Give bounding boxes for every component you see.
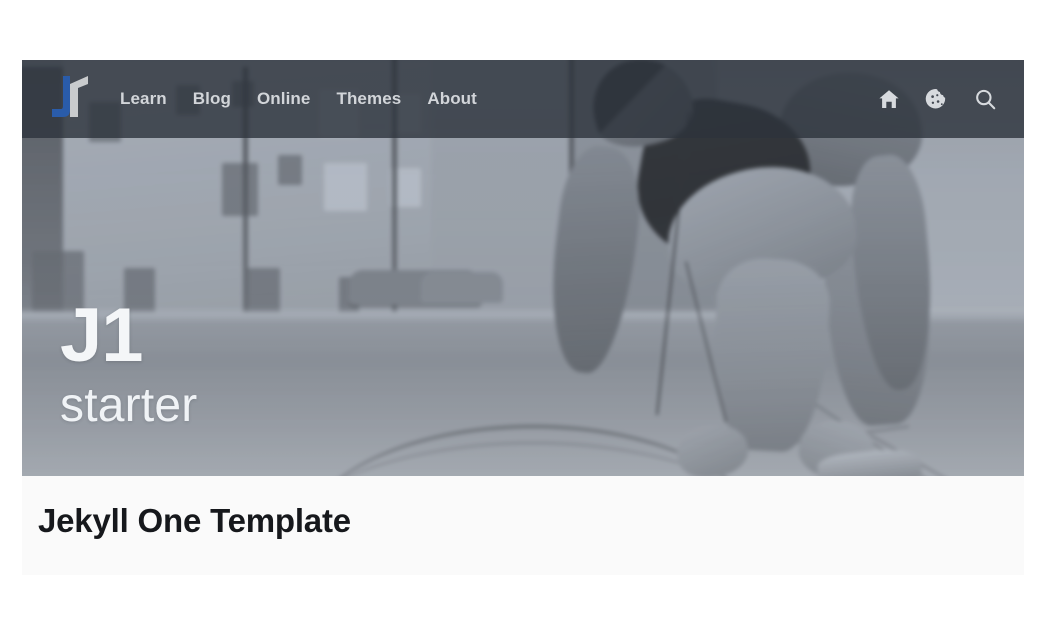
nav-link-about[interactable]: About (427, 89, 477, 109)
j1-logo-icon (40, 70, 102, 128)
nav-link-blog[interactable]: Blog (193, 89, 231, 109)
page-root: Learn Blog Online Themes About J1 starte… (0, 0, 1045, 628)
hero-subtitle: starter (60, 379, 198, 433)
search-icon (973, 87, 998, 112)
navbar: Learn Blog Online Themes About (22, 60, 1024, 138)
home-icon (877, 87, 901, 111)
hero-banner: Learn Blog Online Themes About J1 starte… (22, 60, 1024, 476)
nav-link-themes[interactable]: Themes (336, 89, 401, 109)
home-button[interactable] (876, 86, 902, 112)
cookie-icon (925, 87, 949, 111)
nav-link-online[interactable]: Online (257, 89, 311, 109)
cookie-consent-button[interactable] (924, 86, 950, 112)
nav-link-learn[interactable]: Learn (120, 89, 167, 109)
content-panel: Jekyll One Template (22, 476, 1024, 575)
search-button[interactable] (972, 86, 998, 112)
hero-text-block: J1 starter (60, 293, 198, 433)
hero-title: J1 (60, 293, 144, 378)
navbar-icons (876, 86, 998, 112)
nav-links: Learn Blog Online Themes About (120, 89, 477, 109)
brand-logo[interactable] (40, 70, 102, 128)
page-title: Jekyll One Template (38, 502, 351, 539)
